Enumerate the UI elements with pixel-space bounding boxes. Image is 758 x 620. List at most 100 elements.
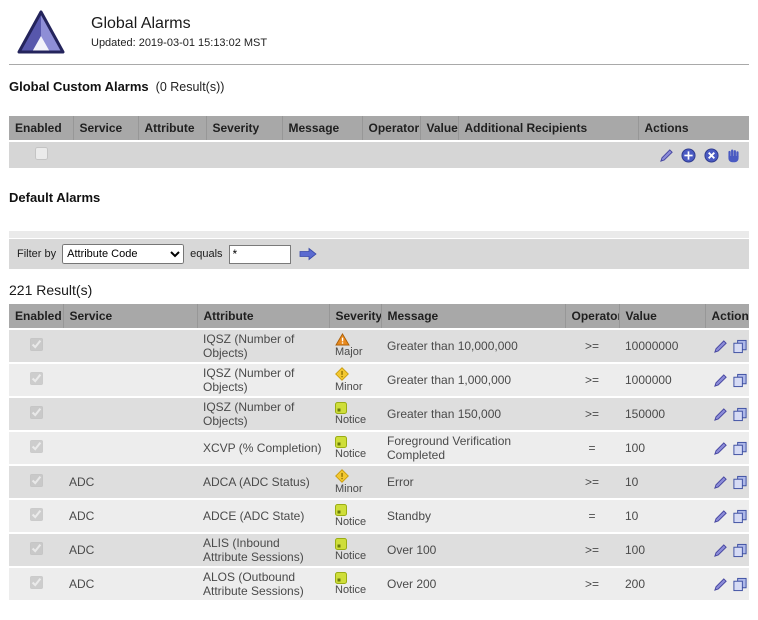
default-alarms-table: Enabled Service Attribute Severity Messa… bbox=[9, 304, 749, 602]
alarm-attribute: ADCE (ADC State) bbox=[197, 499, 329, 533]
alarm-operator: >= bbox=[565, 329, 619, 363]
alarm-operator: = bbox=[565, 431, 619, 465]
alarm-severity: Notice bbox=[329, 499, 381, 533]
edit-pencil-icon[interactable] bbox=[713, 373, 728, 388]
header-divider bbox=[9, 64, 749, 65]
col-actions: Actions bbox=[705, 304, 749, 329]
alarm-service bbox=[63, 431, 197, 465]
col-severity: Severity bbox=[206, 116, 282, 141]
alarm-enabled-checkbox[interactable] bbox=[30, 372, 43, 385]
x-circle-icon[interactable] bbox=[704, 148, 719, 163]
alarm-operator: >= bbox=[565, 397, 619, 431]
alarm-service: ADC bbox=[63, 567, 197, 601]
notice-severity-icon bbox=[335, 504, 347, 516]
default-alarm-row: ADCADCE (ADC State)NoticeStandby=10 bbox=[9, 499, 749, 533]
default-alarm-row: ADCADCA (ADC Status)MinorError>=10 bbox=[9, 465, 749, 499]
severity-label: Minor bbox=[335, 484, 363, 496]
severity-label: Notice bbox=[335, 517, 366, 529]
col-enabled: Enabled bbox=[9, 304, 63, 329]
copy-icon[interactable] bbox=[732, 543, 748, 558]
default-alarm-row: ADCALOS (Outbound Attribute Sessions)Not… bbox=[9, 567, 749, 601]
alarm-attribute: XCVP (% Completion) bbox=[197, 431, 329, 465]
alarm-enabled-checkbox[interactable] bbox=[30, 474, 43, 487]
alarm-operator: = bbox=[565, 499, 619, 533]
alarm-severity: Minor bbox=[329, 465, 381, 499]
default-alarm-row: XCVP (% Completion)NoticeForeground Veri… bbox=[9, 431, 749, 465]
apply-filter-arrow-icon[interactable] bbox=[299, 247, 317, 261]
alarm-operator: >= bbox=[565, 533, 619, 567]
alarm-value: 10 bbox=[619, 465, 705, 499]
edit-pencil-icon[interactable] bbox=[713, 441, 728, 456]
custom-alarms-result-count: (0 Result(s)) bbox=[156, 80, 225, 94]
edit-pencil-icon[interactable] bbox=[713, 543, 728, 558]
col-message: Message bbox=[282, 116, 362, 141]
default-alarms-heading: Default Alarms bbox=[9, 190, 749, 205]
alarm-enabled-checkbox[interactable] bbox=[30, 542, 43, 555]
copy-icon[interactable] bbox=[732, 441, 748, 456]
plus-circle-icon[interactable] bbox=[681, 148, 696, 163]
alarm-severity: Major bbox=[329, 329, 381, 363]
copy-icon[interactable] bbox=[732, 373, 748, 388]
filter-value-input[interactable] bbox=[229, 245, 291, 264]
alarm-value: 1000000 bbox=[619, 363, 705, 397]
copy-icon[interactable] bbox=[732, 475, 748, 490]
alarm-enabled-checkbox[interactable] bbox=[30, 440, 43, 453]
alarm-service bbox=[63, 329, 197, 363]
custom-alarm-enabled-checkbox[interactable] bbox=[35, 147, 48, 160]
edit-pencil-icon[interactable] bbox=[659, 148, 674, 163]
alarm-enabled-checkbox[interactable] bbox=[30, 508, 43, 521]
severity-label: Notice bbox=[335, 585, 366, 597]
alarm-enabled-checkbox[interactable] bbox=[30, 576, 43, 589]
alarm-operator: >= bbox=[565, 465, 619, 499]
alarm-operator: >= bbox=[565, 363, 619, 397]
alarm-value: 100 bbox=[619, 533, 705, 567]
alarm-severity: Notice bbox=[329, 567, 381, 601]
copy-icon[interactable] bbox=[732, 577, 748, 592]
alarm-message: Greater than 1,000,000 bbox=[381, 363, 565, 397]
alarm-value: 150000 bbox=[619, 397, 705, 431]
col-operator: Operator bbox=[565, 304, 619, 329]
alarm-enabled-checkbox[interactable] bbox=[30, 406, 43, 419]
minor-severity-icon bbox=[335, 367, 349, 381]
default-alarm-row: IQSZ (Number of Objects)MajorGreater tha… bbox=[9, 329, 749, 363]
filter-attribute-select[interactable]: Attribute Code bbox=[62, 244, 184, 264]
severity-label: Notice bbox=[335, 415, 366, 427]
copy-icon[interactable] bbox=[732, 407, 748, 422]
equals-label: equals bbox=[190, 248, 222, 260]
custom-alarms-table-header: Enabled Service Attribute Severity Messa… bbox=[9, 116, 749, 141]
alarm-attribute: IQSZ (Number of Objects) bbox=[197, 397, 329, 431]
filter-bar: Filter by Attribute Code equals bbox=[9, 239, 749, 269]
alarm-service bbox=[63, 363, 197, 397]
edit-pencil-icon[interactable] bbox=[713, 509, 728, 524]
alarm-severity: Notice bbox=[329, 431, 381, 465]
edit-pencil-icon[interactable] bbox=[713, 475, 728, 490]
default-alarms-body: IQSZ (Number of Objects)MajorGreater tha… bbox=[9, 329, 749, 601]
edit-pencil-icon[interactable] bbox=[713, 407, 728, 422]
custom-alarm-severity bbox=[206, 141, 282, 169]
severity-label: Notice bbox=[335, 449, 366, 461]
col-value: Value bbox=[619, 304, 705, 329]
custom-alarms-table: Enabled Service Attribute Severity Messa… bbox=[9, 116, 749, 170]
edit-pencil-icon[interactable] bbox=[713, 577, 728, 592]
col-service: Service bbox=[63, 304, 197, 329]
copy-icon[interactable] bbox=[732, 339, 748, 354]
default-alarm-row: IQSZ (Number of Objects)MinorGreater tha… bbox=[9, 363, 749, 397]
col-additional-recipients: Additional Recipients bbox=[458, 116, 638, 141]
edit-pencil-icon[interactable] bbox=[713, 339, 728, 354]
alarm-attribute: ADCA (ADC Status) bbox=[197, 465, 329, 499]
alarm-enabled-checkbox[interactable] bbox=[30, 338, 43, 351]
col-operator: Operator bbox=[362, 116, 420, 141]
alarm-value: 10 bbox=[619, 499, 705, 533]
default-alarms-result-count: 221 Result(s) bbox=[9, 282, 749, 298]
custom-alarm-message bbox=[282, 141, 362, 169]
custom-alarm-attribute bbox=[138, 141, 206, 169]
col-attribute: Attribute bbox=[197, 304, 329, 329]
col-service: Service bbox=[73, 116, 138, 141]
page: Global Alarms Updated: 2019-03-01 15:13:… bbox=[0, 0, 758, 602]
storagegrid-triangle-logo-icon bbox=[17, 10, 65, 54]
copy-icon[interactable] bbox=[732, 509, 748, 524]
minor-severity-icon bbox=[335, 469, 349, 483]
col-enabled: Enabled bbox=[9, 116, 73, 141]
alarm-service: ADC bbox=[63, 533, 197, 567]
hand-icon[interactable] bbox=[726, 148, 741, 163]
